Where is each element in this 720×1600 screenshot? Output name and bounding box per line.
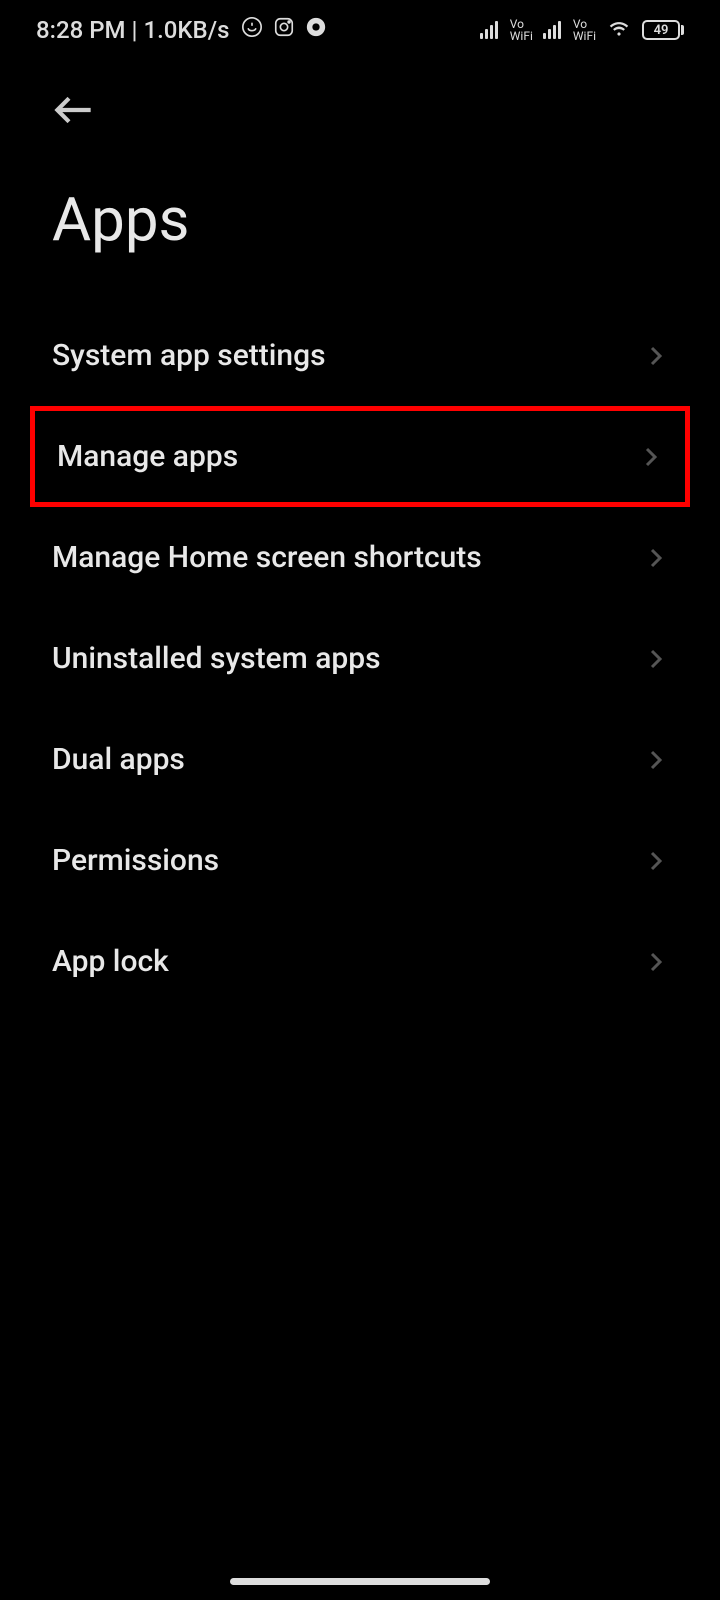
- status-notification-icons: [241, 16, 327, 44]
- battery-indicator: 49: [642, 20, 684, 40]
- status-right: Vo WiFi Vo WiFi 49: [480, 14, 684, 46]
- whatsapp-icon: [241, 16, 263, 44]
- menu-label: Uninstalled system apps: [52, 641, 381, 676]
- menu-item-app-lock[interactable]: App lock: [0, 911, 720, 1012]
- battery-level: 49: [654, 23, 669, 38]
- status-bar: 8:28 PM | 1.0KB/s: [0, 0, 720, 60]
- signal-bars-1: [480, 21, 498, 39]
- menu-label: System app settings: [52, 338, 326, 373]
- back-button[interactable]: [0, 60, 720, 134]
- menu-label: Permissions: [52, 843, 219, 878]
- chevron-right-icon: [650, 751, 668, 769]
- menu-item-permissions[interactable]: Permissions: [0, 810, 720, 911]
- chevron-right-icon: [650, 852, 668, 870]
- menu-label: App lock: [52, 944, 169, 979]
- chevron-right-icon: [650, 549, 668, 567]
- menu-label: Manage Home screen shortcuts: [52, 540, 482, 575]
- chevron-right-icon: [650, 953, 668, 971]
- status-time: 8:28 PM | 1.0KB/s: [36, 16, 229, 44]
- chevron-right-icon: [645, 448, 663, 466]
- chevron-right-icon: [650, 650, 668, 668]
- instagram-icon: [273, 16, 295, 44]
- menu-label: Dual apps: [52, 742, 185, 777]
- menu-list: System app settings Manage apps Manage H…: [0, 295, 720, 1022]
- chrome-icon: [305, 16, 327, 44]
- wifi-icon: [606, 14, 632, 46]
- home-indicator[interactable]: [230, 1578, 490, 1585]
- menu-item-manage-home-screen-shortcuts[interactable]: Manage Home screen shortcuts: [0, 507, 720, 608]
- menu-item-uninstalled-system-apps[interactable]: Uninstalled system apps: [0, 608, 720, 709]
- vowifi-label-2: Vo WiFi: [573, 18, 596, 42]
- status-left: 8:28 PM | 1.0KB/s: [36, 16, 327, 44]
- menu-item-system-app-settings[interactable]: System app settings: [0, 305, 720, 406]
- menu-label: Manage apps: [57, 439, 238, 474]
- menu-item-dual-apps[interactable]: Dual apps: [0, 709, 720, 810]
- signal-bars-2: [543, 21, 561, 39]
- vowifi-label-1: Vo WiFi: [510, 18, 533, 42]
- chevron-right-icon: [650, 347, 668, 365]
- menu-item-manage-apps[interactable]: Manage apps: [30, 406, 690, 507]
- page-title: Apps: [0, 134, 720, 295]
